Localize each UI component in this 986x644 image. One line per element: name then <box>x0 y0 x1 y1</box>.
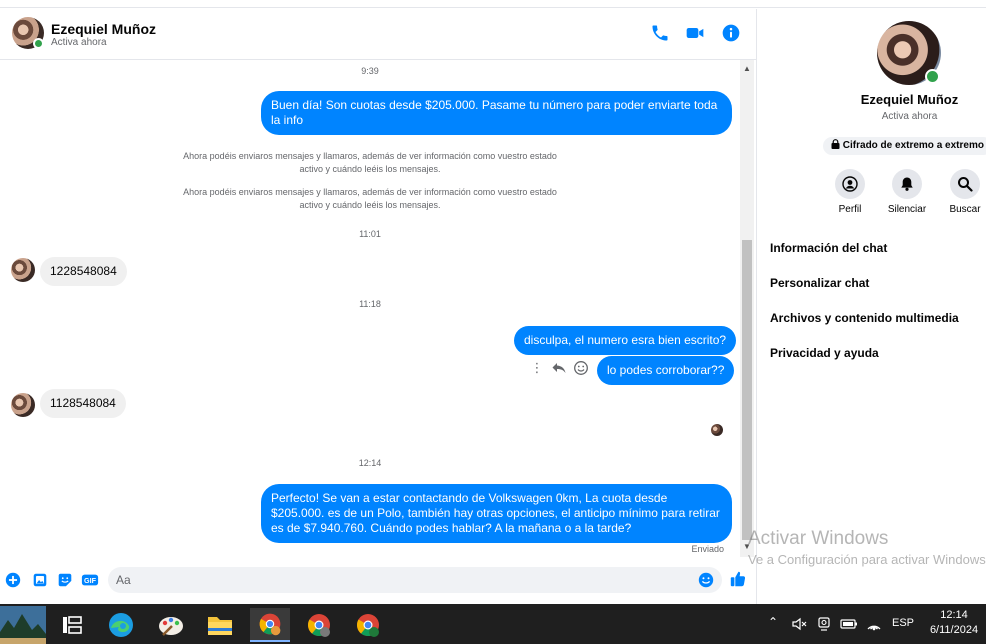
activation-watermark-title: Activar Windows <box>748 528 889 549</box>
emoji-icon[interactable] <box>697 571 715 589</box>
profile-label: Perfil <box>838 204 862 215</box>
contact-name[interactable]: Ezequiel Muñoz <box>51 21 156 37</box>
timestamp: 11:01 <box>359 229 381 239</box>
sticker-icon[interactable] <box>56 571 74 589</box>
messenger-window: Ezequiel Muñoz Activa ahora 9:39 Buen dí… <box>0 0 986 604</box>
top-strip <box>0 0 986 8</box>
contact-status: Activa ahora <box>51 37 107 48</box>
chat-header: Ezequiel Muñoz Activa ahora <box>0 9 756 60</box>
profile-icon <box>842 176 858 192</box>
timestamp: 11:18 <box>359 299 381 309</box>
wifi-icon[interactable] <box>866 616 882 632</box>
outgoing-message[interactable]: Buen día! Son cuotas desde $205.000. Pas… <box>261 91 732 135</box>
clock-time: 12:14 <box>940 609 968 621</box>
menu-chat-info[interactable]: Información del chat <box>770 241 887 255</box>
thumbs-up-icon[interactable] <box>729 570 747 588</box>
mute-label: Silenciar <box>887 204 927 215</box>
outgoing-message[interactable]: Perfecto! Se van a estar contactando de … <box>261 484 732 543</box>
outgoing-message[interactable]: disculpa, el numero esra bien escrito? <box>514 326 737 355</box>
message-scrollbar[interactable]: ▲ ▼ <box>740 60 754 557</box>
profile-name: Ezequiel Muñoz <box>860 92 959 107</box>
start-landscape-icon[interactable] <box>0 606 46 644</box>
online-indicator <box>925 69 940 84</box>
chrome-profile-t-icon[interactable] <box>348 608 388 642</box>
attach-photo-icon[interactable] <box>31 571 49 589</box>
gif-icon[interactable]: GIF <box>81 571 99 589</box>
search-icon <box>958 177 973 192</box>
show-hidden-icons-chevron-icon[interactable]: ⌃ <box>768 615 778 629</box>
encryption-label: Cifrado de extremo a extremo <box>842 140 984 151</box>
encryption-badge[interactable]: Cifrado de extremo a extremo <box>823 137 986 155</box>
timestamp: 9:39 <box>361 66 379 76</box>
more-options-icon[interactable]: ⋮ <box>529 360 545 376</box>
edge-browser-icon[interactable] <box>101 608 141 642</box>
system-notice: Ahora podéis enviaros mensajes y llamaro… <box>183 151 557 174</box>
react-emoji-icon[interactable] <box>573 360 589 376</box>
chrome-browser-icon[interactable] <box>250 608 290 642</box>
profile-button[interactable] <box>835 169 865 199</box>
reply-icon[interactable] <box>551 360 567 376</box>
online-indicator <box>33 38 44 49</box>
task-view-icon[interactable] <box>52 608 92 642</box>
message-composer: GIF <box>0 557 756 604</box>
battery-icon[interactable] <box>840 616 858 632</box>
incoming-message[interactable]: 1128548084 <box>40 389 126 418</box>
file-explorer-icon[interactable] <box>200 608 240 642</box>
incoming-message[interactable]: 1228548084 <box>40 257 127 286</box>
timestamp: 12:14 <box>358 458 382 468</box>
menu-privacy-help[interactable]: Privacidad y ayuda <box>770 346 879 360</box>
phone-call-icon[interactable] <box>650 23 670 43</box>
mute-button[interactable] <box>892 169 922 199</box>
outgoing-message[interactable]: lo podes corroborar?? <box>597 356 735 385</box>
message-list[interactable]: 9:39 Buen día! Son cuotas desde $205.000… <box>0 60 740 557</box>
scroll-up-arrow-icon[interactable]: ▲ <box>740 62 754 76</box>
system-notice: Ahora podéis enviaros mensajes y llamaro… <box>183 187 557 210</box>
read-receipt-avatar <box>711 424 723 436</box>
svg-text:GIF: GIF <box>84 576 97 585</box>
clock-date: 6/11/2024 <box>929 624 979 636</box>
chat-details-panel: Ezequiel Muñoz Activa ahora Cifrado de e… <box>756 9 986 604</box>
chrome-profile-icon[interactable] <box>299 608 339 642</box>
paint-app-icon[interactable] <box>151 608 191 642</box>
volume-muted-icon[interactable] <box>791 616 807 632</box>
video-call-icon[interactable] <box>685 23 705 43</box>
search-button[interactable] <box>950 169 980 199</box>
webcam-icon[interactable] <box>817 616 831 632</box>
scroll-thumb[interactable] <box>742 240 752 540</box>
sender-avatar[interactable] <box>11 393 35 417</box>
search-label: Buscar <box>949 204 981 215</box>
activation-watermark-subtitle: Ve a Configuración para activar Windows. <box>748 552 986 567</box>
menu-customize-chat[interactable]: Personalizar chat <box>770 276 869 290</box>
sent-status: Enviado <box>691 544 724 554</box>
input-language[interactable]: ESP <box>892 617 914 629</box>
clock[interactable]: 12:14 6/11/2024 <box>926 608 982 638</box>
plus-icon[interactable] <box>4 571 22 589</box>
profile-status: Activa ahora <box>881 111 938 122</box>
menu-media-files[interactable]: Archivos y contenido multimedia <box>770 311 959 325</box>
bell-icon <box>901 177 913 191</box>
info-icon[interactable] <box>721 23 741 43</box>
sender-avatar[interactable] <box>11 258 35 282</box>
lock-icon <box>831 139 840 149</box>
taskbar: ⌃ ESP 12:14 6/11/2024 <box>0 604 986 644</box>
message-input[interactable] <box>108 567 722 593</box>
